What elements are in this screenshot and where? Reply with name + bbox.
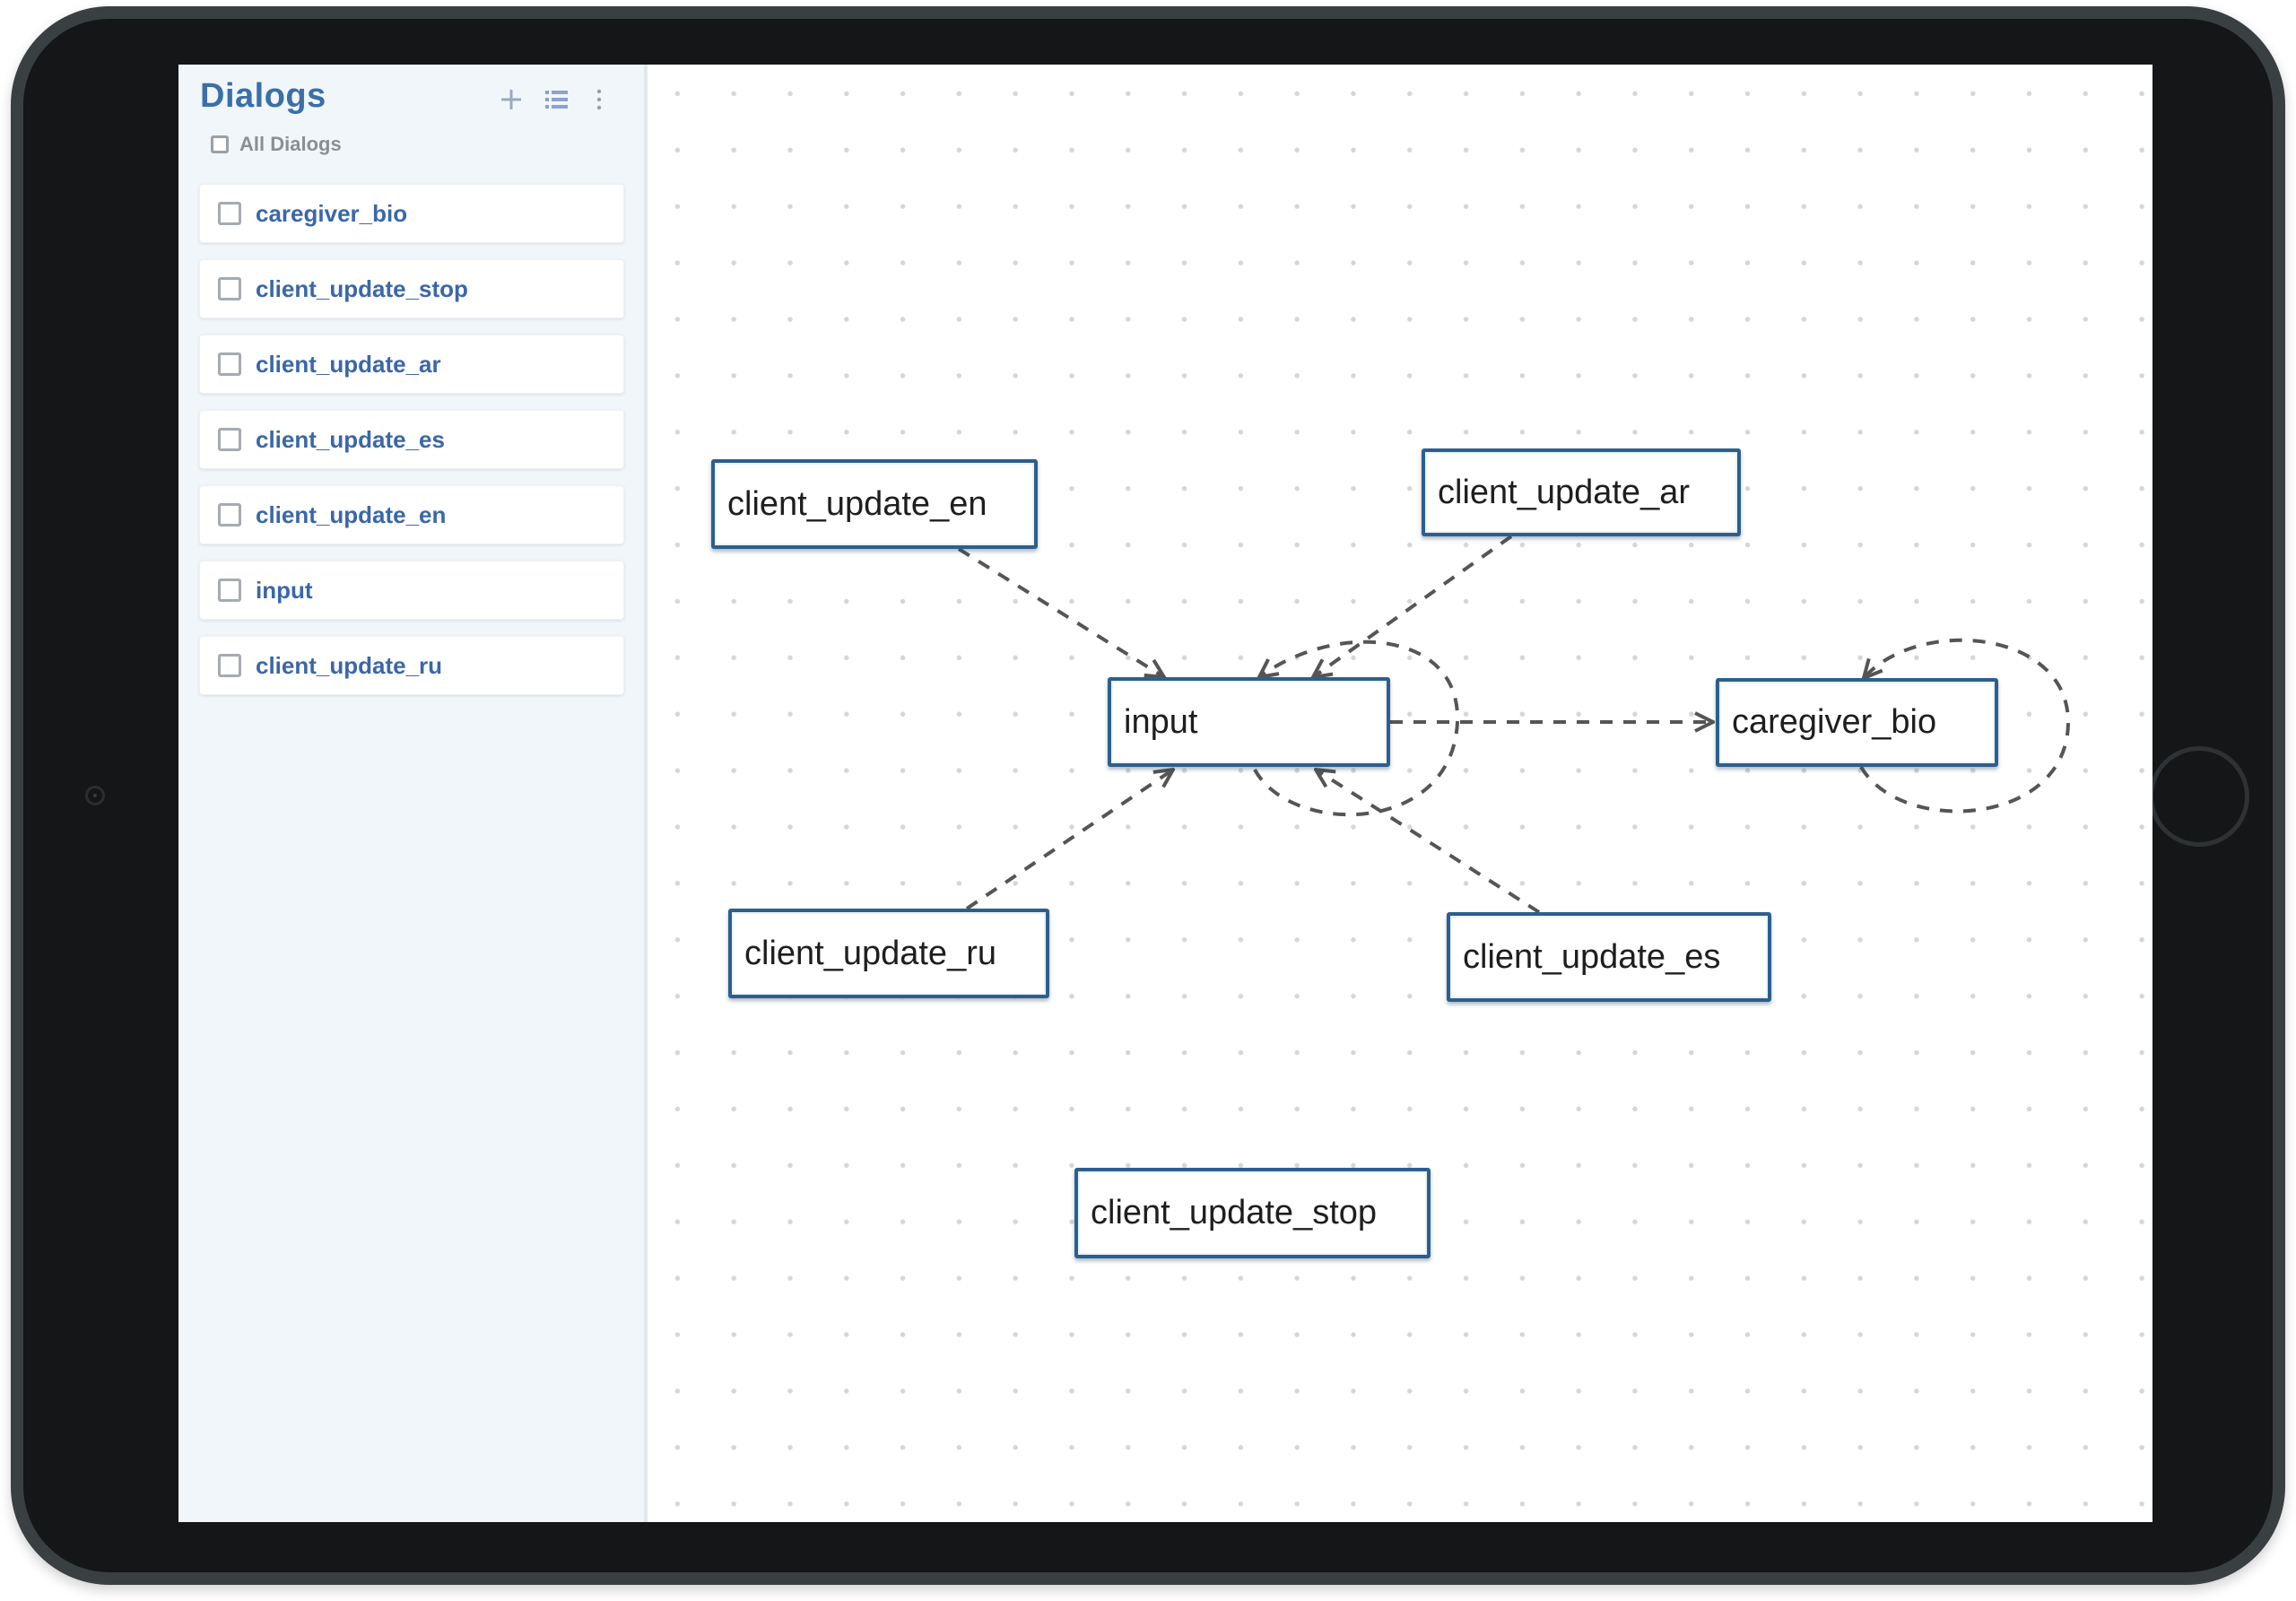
dialog-name: client_update_en xyxy=(256,500,447,528)
node-label: input xyxy=(1124,702,1198,741)
node-client-update-stop[interactable]: client_update_stop xyxy=(1074,1168,1431,1258)
list-icon[interactable] xyxy=(541,84,571,115)
node-label: client_update_es xyxy=(1463,937,1721,976)
dialog-checkbox[interactable] xyxy=(218,503,241,526)
node-label: client_update_en xyxy=(727,484,987,523)
all-dialogs-label: All Dialogs xyxy=(239,133,342,155)
node-input[interactable]: input xyxy=(1108,677,1390,767)
node-label: client_update_ar xyxy=(1438,473,1690,511)
node-client-update-ru[interactable]: client_update_ru xyxy=(728,909,1049,998)
dialog-checkbox[interactable] xyxy=(218,579,241,602)
node-caregiver-bio[interactable]: caregiver_bio xyxy=(1716,678,1998,767)
sidebar-title: Dialogs xyxy=(200,77,326,115)
dialog-name: client_update_stop xyxy=(256,274,468,302)
dialog-name: caregiver_bio xyxy=(256,199,408,227)
dialog-checkbox[interactable] xyxy=(218,352,241,376)
more-vertical-icon[interactable] xyxy=(584,84,614,115)
all-dialogs-toggle[interactable]: All Dialogs xyxy=(211,131,342,158)
node-client-update-en[interactable]: client_update_en xyxy=(711,459,1038,549)
dialog-checkbox[interactable] xyxy=(218,202,241,225)
dialog-list-item[interactable]: client_update_ru xyxy=(199,636,624,695)
front-camera xyxy=(85,786,105,805)
node-client-update-ar[interactable]: client_update_ar xyxy=(1422,448,1741,536)
home-button[interactable] xyxy=(2149,746,2249,847)
node-label: client_update_ru xyxy=(744,934,996,972)
dialog-list-item[interactable]: caregiver_bio xyxy=(199,184,624,243)
node-label: caregiver_bio xyxy=(1732,703,1937,741)
dialog-name: client_update_es xyxy=(256,425,445,453)
dialog-list-item[interactable]: input xyxy=(199,561,624,620)
dialog-name: client_update_ar xyxy=(256,350,441,378)
dialog-list-item[interactable]: client_update_en xyxy=(199,485,624,544)
dialog-checkbox[interactable] xyxy=(218,654,241,677)
dialog-list-item[interactable]: client_update_es xyxy=(199,410,624,469)
dialog-list-item[interactable]: client_update_stop xyxy=(199,259,624,318)
dialog-list-item[interactable]: client_update_ar xyxy=(199,335,624,394)
dialog-name: client_update_ru xyxy=(256,651,443,679)
node-label: client_update_stop xyxy=(1091,1194,1378,1231)
plus-icon[interactable] xyxy=(496,84,526,115)
diagram-canvas[interactable] xyxy=(648,65,2152,1522)
dialog-checkbox[interactable] xyxy=(218,277,241,300)
all-dialogs-checkbox[interactable] xyxy=(211,135,229,153)
node-client-update-es[interactable]: client_update_es xyxy=(1447,912,1771,1002)
dialogs-sidebar: Dialogs All Dialogs caregiver_bio client… xyxy=(178,65,648,1522)
app-screen: Dialogs All Dialogs caregiver_bio client… xyxy=(178,65,2152,1522)
dialog-name: input xyxy=(256,576,313,604)
dialog-checkbox[interactable] xyxy=(218,428,241,451)
